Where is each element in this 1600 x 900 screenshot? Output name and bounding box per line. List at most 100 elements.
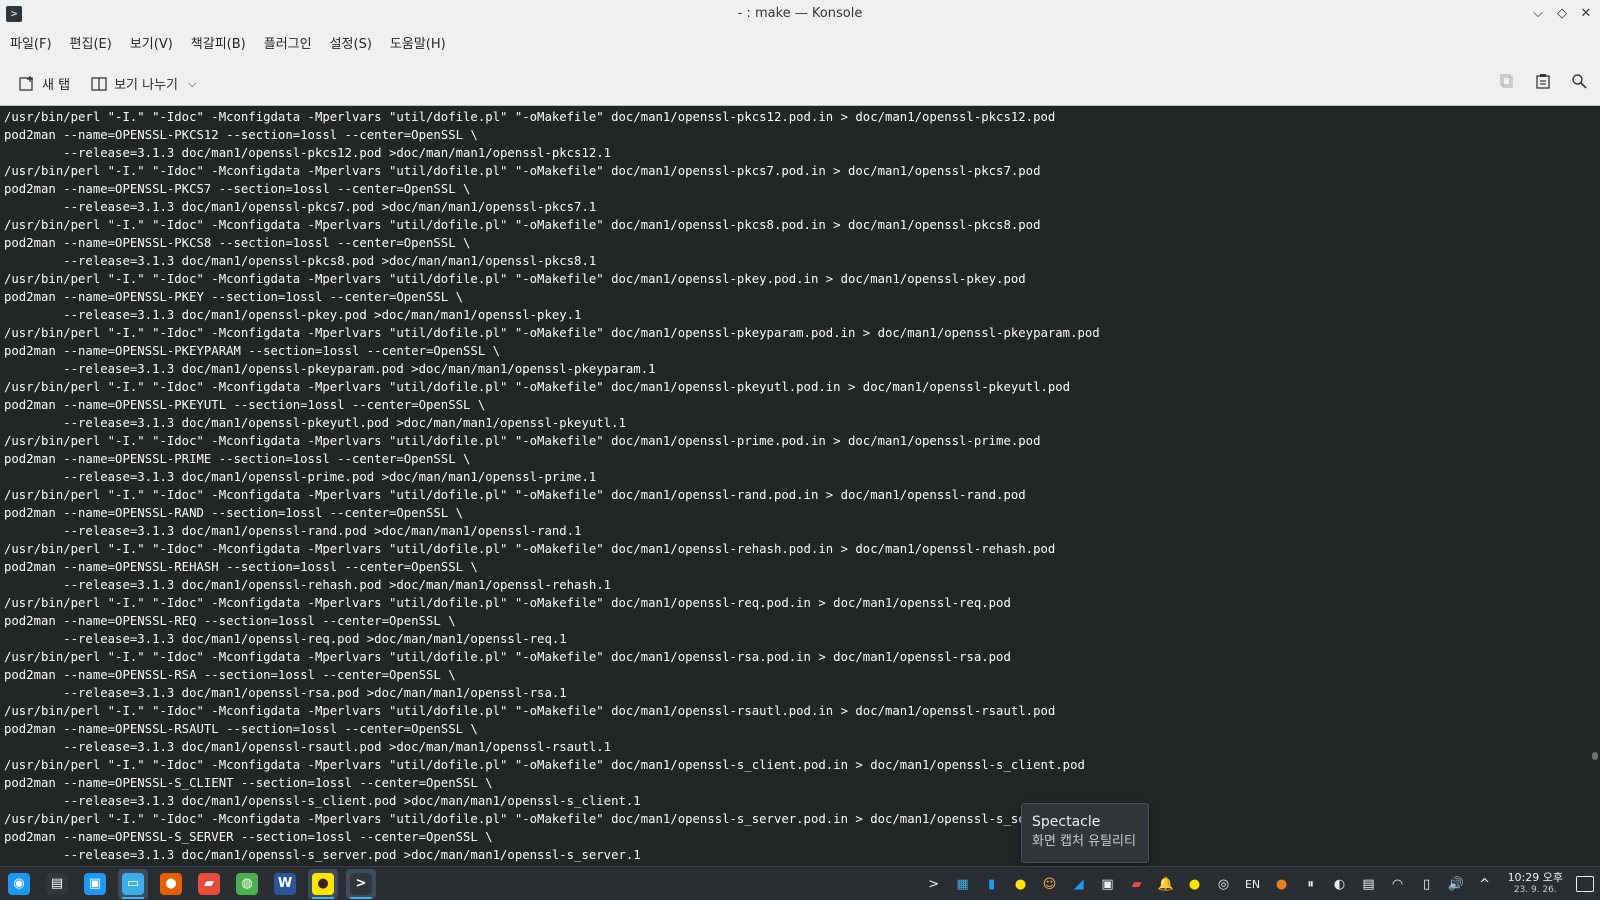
kakaotalk-task-button[interactable]: ● — [308, 868, 338, 899]
word-icon: W — [274, 872, 296, 895]
konsole-icon: > — [350, 872, 372, 895]
menu-help[interactable]: 도움말(H) — [382, 32, 454, 58]
close-button[interactable]: ✕ — [1576, 4, 1596, 24]
terminal-line: --release=3.1.3 doc/man1/openssl-s_clien… — [4, 794, 641, 808]
terminal-line: pod2man --name=OPENSSL-S_SERVER --sectio… — [4, 830, 493, 844]
copy-icon[interactable] — [1496, 69, 1518, 99]
clock-time: 10:29 오후 — [1507, 871, 1563, 884]
terminal-output[interactable]: /usr/bin/perl "-I." "-Idoc" -Mconfigdata… — [0, 106, 1600, 866]
emoji-tray-icon[interactable]: ☺ — [1040, 873, 1060, 895]
window-controls: ⌵ ◇ ✕ — [1528, 4, 1596, 24]
terminal-line: pod2man --name=OPENSSL-RSA --section=1os… — [4, 668, 456, 682]
split-view-button[interactable]: 보기 나누기 ⌵ — [84, 69, 202, 99]
menu-settings[interactable]: 설정(S) — [322, 32, 380, 58]
system-tray: > ▦ ▮ ● ☺ ◢ ▣ ▰ 🔔 ● ◎ EN ● ⏸ ◐ ▤ ◠ ▯ 🔊 ^ 10:29 오후 23. 9. 26… — [924, 867, 1600, 900]
new-tab-button[interactable]: 새 탭 — [12, 69, 76, 99]
game-tray-icon[interactable]: ▰ — [1127, 873, 1147, 895]
volume-icon[interactable]: 🔊 — [1446, 873, 1466, 895]
terminal-line: /usr/bin/perl "-I." "-Idoc" -Mconfigdata… — [4, 218, 1041, 232]
firefox-task-button[interactable]: ● — [156, 869, 186, 899]
digital-clock[interactable]: 10:29 오후 23. 9. 26. — [1508, 872, 1563, 896]
kakaotalk-tray-icon[interactable]: ● — [1185, 873, 1205, 895]
terminal-line: pod2man --name=OPENSSL-PKCS8 --section=1… — [4, 236, 471, 250]
gitkraken-task-button[interactable]: ▰ — [194, 869, 224, 899]
menu-edit[interactable]: 편집(E) — [62, 32, 120, 58]
maximize-button[interactable]: ◇ — [1552, 4, 1572, 24]
tooltip-title: Spectacle — [1032, 814, 1101, 830]
terminal-line: --release=3.1.3 doc/man1/openssl-prime.p… — [4, 470, 597, 484]
konsole-task-button[interactable]: > — [346, 868, 376, 899]
search-icon[interactable] — [1568, 69, 1590, 99]
terminal-line: --release=3.1.3 doc/man1/openssl-pkeypar… — [4, 362, 656, 376]
terminal-line: pod2man --name=OPENSSL-REHASH --section=… — [4, 560, 478, 574]
screen-tray-icon[interactable]: ▦ — [953, 873, 973, 895]
show-desktop-button[interactable] — [1576, 876, 1594, 892]
split-view-label: 보기 나누기 — [114, 78, 178, 93]
terminal-line: --release=3.1.3 doc/man1/openssl-rehash.… — [4, 578, 612, 592]
terminal-line: pod2man --name=OPENSSL-RAND --section=1o… — [4, 506, 464, 520]
terminal-line: /usr/bin/perl "-I." "-Idoc" -Mconfigdata… — [4, 758, 1085, 772]
terminal-line: /usr/bin/perl "-I." "-Idoc" -Mconfigdata… — [4, 596, 1011, 610]
app-launcher-task-button[interactable]: ◉ — [4, 869, 34, 899]
menu-bookmarks[interactable]: 책갈피(B) — [183, 32, 254, 58]
terminal-line: pod2man --name=OPENSSL-PKCS7 --section=1… — [4, 182, 471, 196]
terminal-line: /usr/bin/perl "-I." "-Idoc" -Mconfigdata… — [4, 542, 1056, 556]
terminal-line: --release=3.1.3 doc/man1/openssl-pkey.po… — [4, 308, 582, 322]
wifi-icon[interactable]: ◠ — [1388, 873, 1408, 895]
window-title: - : make — Konsole — [737, 6, 863, 21]
clipboard-tray-icon[interactable]: ▤ — [1359, 873, 1379, 895]
terminal-line: /usr/bin/perl "-I." "-Idoc" -Mconfigdata… — [4, 812, 1085, 826]
terminal-line: --release=3.1.3 doc/man1/openssl-pkcs8.p… — [4, 254, 597, 268]
terminal-line: /usr/bin/perl "-I." "-Idoc" -Mconfigdata… — [4, 434, 1041, 448]
discover-store-task-button[interactable]: ▣ — [80, 869, 110, 899]
system-monitor-icon: ▤ — [46, 872, 68, 895]
night-light-tray-icon[interactable]: ◐ — [1330, 873, 1350, 895]
tooltip-subtitle: 화면 캡처 유틸리티 — [1032, 834, 1136, 849]
konsole-tray-icon[interactable]: > — [924, 873, 944, 895]
battery-icon[interactable]: ▯ — [1417, 873, 1437, 895]
word-task-button[interactable]: W — [270, 869, 300, 899]
paste-icon[interactable] — [1532, 69, 1554, 99]
display-tray-icon[interactable]: ▣ — [1098, 873, 1118, 895]
krita-tray-icon[interactable]: ◢ — [1069, 873, 1089, 895]
discover-store-icon: ▣ — [84, 872, 106, 895]
task-manager: ◉ ▤ ▣ ▭ ● ▰ ◍ W ● > — [0, 868, 376, 899]
terminal-line: pod2man --name=OPENSSL-RSAUTL --section=… — [4, 722, 478, 736]
terminal-scrollbar[interactable] — [1592, 752, 1598, 760]
spectacle-tooltip: Spectacle 화면 캡처 유틸리티 — [1021, 803, 1149, 863]
notifications-tray-icon[interactable]: 🔔 — [1156, 873, 1176, 895]
toolbar-right — [1496, 69, 1590, 99]
notes-tray-icon[interactable]: ▮ — [982, 873, 1002, 895]
menu-file[interactable]: 파일(F) — [2, 32, 60, 58]
terminal-line: /usr/bin/perl "-I." "-Idoc" -Mconfigdata… — [4, 164, 1041, 178]
dolphin-file-manager-task-button[interactable]: ▭ — [118, 868, 148, 899]
tray-icons: > ▦ ▮ ● ☺ ◢ ▣ ▰ 🔔 ● ◎ EN ● ⏸ ◐ ▤ ◠ ▯ 🔊 ^ — [924, 873, 1495, 895]
chevron-down-icon[interactable]: ⌵ — [188, 77, 196, 91]
terminal-line: pod2man --name=OPENSSL-S_CLIENT --sectio… — [4, 776, 493, 790]
kakaotalk-icon: ● — [312, 872, 334, 895]
gitkraken-icon: ▰ — [198, 872, 220, 895]
terminal-line: --release=3.1.3 doc/man1/openssl-rsa.pod… — [4, 686, 567, 700]
dolphin-file-manager-icon: ▭ — [122, 872, 144, 895]
menu-view[interactable]: 보기(V) — [122, 32, 181, 58]
minimize-button[interactable]: ⌵ — [1528, 4, 1548, 24]
terminal-line: /usr/bin/perl "-I." "-Idoc" -Mconfigdata… — [4, 704, 1056, 718]
keyboard-layout-label[interactable]: EN — [1243, 873, 1263, 895]
terminal-line: --release=3.1.3 doc/man1/openssl-rand.po… — [4, 524, 582, 538]
chat-tray-icon[interactable]: ● — [1011, 873, 1031, 895]
chrome-task-button[interactable]: ◍ — [232, 869, 262, 899]
new-tab-label: 새 탭 — [42, 78, 71, 93]
terminal-line: /usr/bin/perl "-I." "-Idoc" -Mconfigdata… — [4, 326, 1100, 340]
cookie-tray-icon[interactable]: ● — [1272, 873, 1292, 895]
title-bar: > - : make — Konsole ⌵ ◇ ✕ — [0, 0, 1600, 28]
terminal-line: pod2man --name=OPENSSL-PKEY --section=1o… — [4, 290, 464, 304]
system-monitor-task-button[interactable]: ▤ — [42, 869, 72, 899]
terminal-line: pod2man --name=OPENSSL-PKEYUTL --section… — [4, 398, 486, 412]
menu-plugins[interactable]: 플러그인 — [256, 32, 320, 58]
chrome-icon: ◍ — [236, 872, 258, 895]
accessibility-tray-icon[interactable]: ◎ — [1214, 873, 1234, 895]
clock-date: 23. 9. 26. — [1513, 885, 1557, 895]
taskbar: ◉ ▤ ▣ ▭ ● ▰ ◍ W ● > > ▦ ▮ ● ☺ ◢ ▣ ▰ 🔔 ● ◎ EN ● ⏸ ◐ ▤ ◠ ▯ 🔊 ^ 10:29 오… — [0, 866, 1600, 900]
pause-tray-icon[interactable]: ⏸ — [1301, 873, 1321, 895]
expand-tray-icon[interactable]: ^ — [1475, 873, 1495, 895]
